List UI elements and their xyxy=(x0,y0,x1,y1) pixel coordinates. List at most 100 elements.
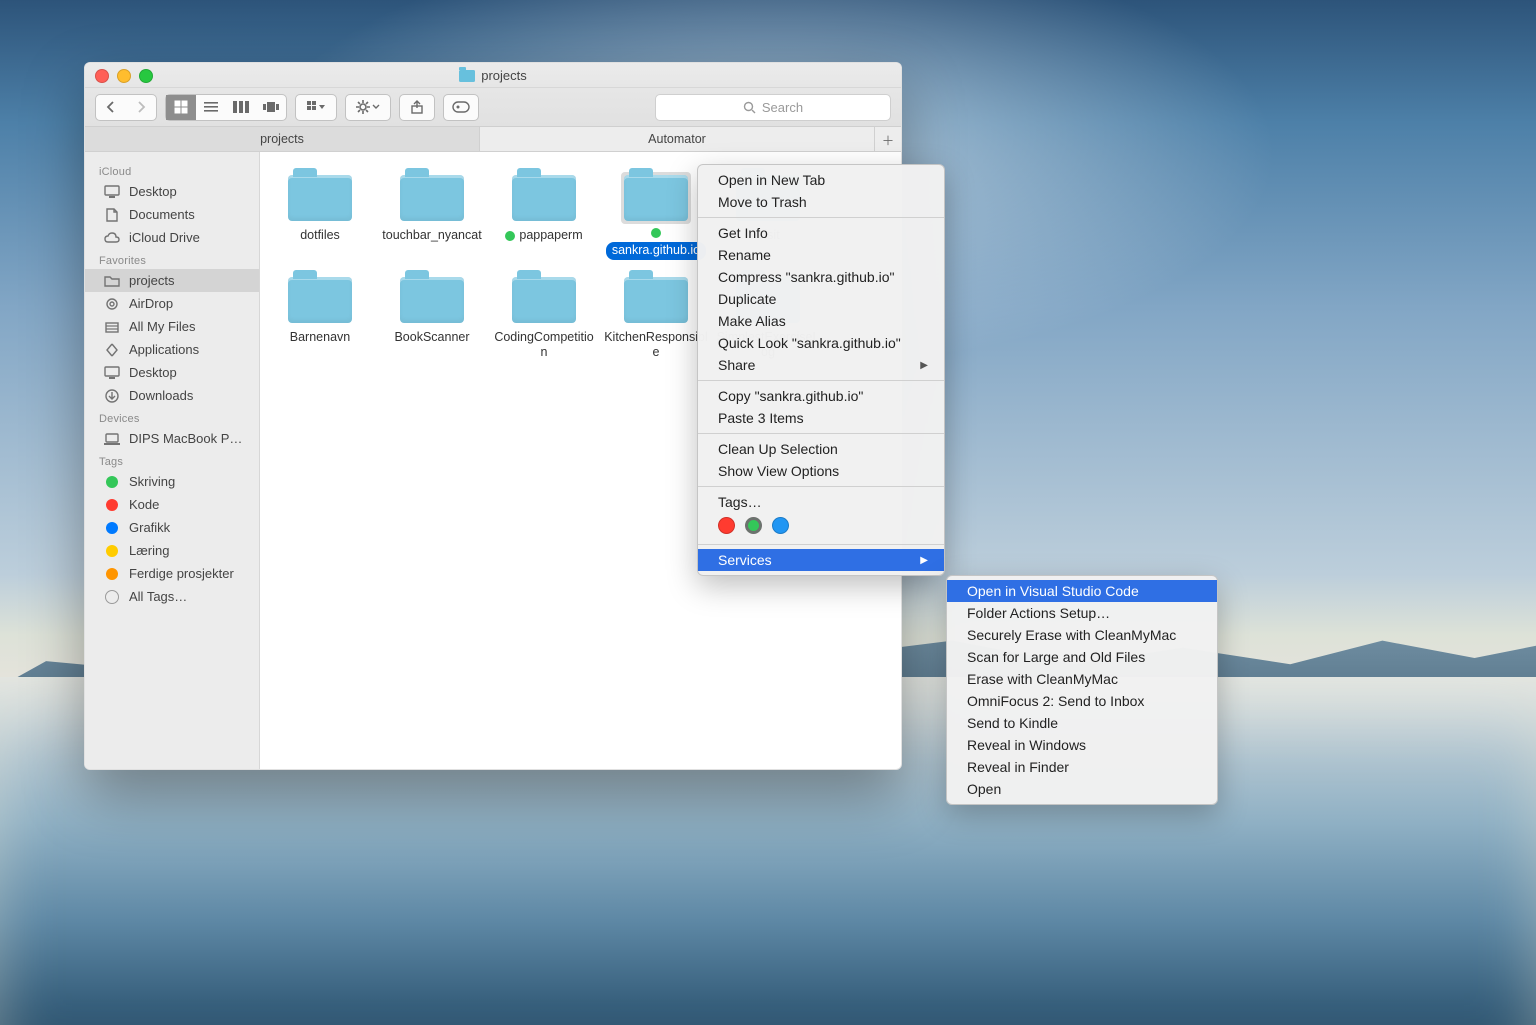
menu-item-label: Tags… xyxy=(718,494,762,510)
tag-color-button[interactable] xyxy=(745,517,762,534)
file-label: KitchenResponsible xyxy=(604,330,708,361)
window-zoom-button[interactable] xyxy=(139,69,153,83)
menu-item-label: Scan for Large and Old Files xyxy=(967,649,1145,665)
sidebar-item-downloads[interactable]: Downloads xyxy=(85,384,259,407)
file-item[interactable]: touchbar_nyancat xyxy=(376,164,488,266)
sidebar-item-documents[interactable]: Documents xyxy=(85,203,259,226)
icloud-icon xyxy=(103,230,121,246)
services-submenu: Open in Visual Studio CodeFolder Actions… xyxy=(946,575,1218,805)
menu-item-folder-actions-setup[interactable]: Folder Actions Setup… xyxy=(947,602,1217,624)
tags-button[interactable] xyxy=(443,94,479,121)
menu-item-open-in-visual-studio-code[interactable]: Open in Visual Studio Code xyxy=(947,580,1217,602)
arrange-segment xyxy=(295,94,337,121)
file-item[interactable]: Barnenavn xyxy=(264,266,376,367)
menu-item-paste-3-items[interactable]: Paste 3 Items xyxy=(698,407,944,429)
folder-icon xyxy=(400,175,464,221)
sidebar-item-all-my-files[interactable]: All My Files xyxy=(85,315,259,338)
sidebar-item-desktop[interactable]: Desktop xyxy=(85,180,259,203)
menu-item-copy-sankra-github-io[interactable]: Copy "sankra.github.io" xyxy=(698,385,944,407)
forward-button[interactable] xyxy=(126,95,156,120)
folder-icon xyxy=(459,70,475,82)
finder-toolbar: Search xyxy=(85,88,901,127)
folder-icon xyxy=(288,277,352,323)
sidebar-item-l-ring[interactable]: Læring xyxy=(85,539,259,562)
menu-item-label: Copy "sankra.github.io" xyxy=(718,388,863,404)
menu-item-quick-look-sankra-github-io[interactable]: Quick Look "sankra.github.io" xyxy=(698,332,944,354)
sidebar-item-skriving[interactable]: Skriving xyxy=(85,470,259,493)
menu-item-compress-sankra-github-io[interactable]: Compress "sankra.github.io" xyxy=(698,266,944,288)
window-titlebar[interactable]: projects xyxy=(85,63,901,88)
menu-item-erase-with-cleanmymac[interactable]: Erase with CleanMyMac xyxy=(947,668,1217,690)
sidebar-item-kode[interactable]: Kode xyxy=(85,493,259,516)
share-button[interactable] xyxy=(399,94,435,121)
new-tab-button[interactable]: ＋ xyxy=(875,127,901,151)
menu-item-label: Services xyxy=(718,552,772,568)
menu-item-clean-up-selection[interactable]: Clean Up Selection xyxy=(698,438,944,460)
traffic-lights xyxy=(95,69,153,83)
sidebar-item-grafikk[interactable]: Grafikk xyxy=(85,516,259,539)
menu-item-scan-for-large-and-old-files[interactable]: Scan for Large and Old Files xyxy=(947,646,1217,668)
search-field[interactable]: Search xyxy=(655,94,891,121)
menu-item-services[interactable]: Services ▶ xyxy=(698,549,944,571)
tag-color-button[interactable] xyxy=(772,517,789,534)
menu-item-share[interactable]: Share▶ xyxy=(698,354,944,376)
menu-item-open-in-new-tab[interactable]: Open in New Tab xyxy=(698,169,944,191)
file-item[interactable]: dotfiles xyxy=(264,164,376,266)
menu-item-omnifocus-2-send-to-inbox[interactable]: OmniFocus 2: Send to Inbox xyxy=(947,690,1217,712)
menu-item-label: Make Alias xyxy=(718,313,786,329)
file-icon-wrap xyxy=(397,172,467,224)
menu-item-duplicate[interactable]: Duplicate xyxy=(698,288,944,310)
menu-item-reveal-in-finder[interactable]: Reveal in Finder xyxy=(947,756,1217,778)
menu-item-open[interactable]: Open xyxy=(947,778,1217,800)
file-item[interactable]: pappaperm xyxy=(488,164,600,266)
sidebar-item-label: iCloud Drive xyxy=(129,230,200,245)
menu-item-move-to-trash[interactable]: Move to Trash xyxy=(698,191,944,213)
chevron-left-icon xyxy=(106,101,116,113)
menu-item-label: Clean Up Selection xyxy=(718,441,838,457)
view-columns-button[interactable] xyxy=(226,95,256,120)
sidebar-item-airdrop[interactable]: AirDrop xyxy=(85,292,259,315)
tag-color-button[interactable] xyxy=(718,517,735,534)
file-item[interactable]: KitchenResponsible xyxy=(600,266,712,367)
sidebar-item-label: projects xyxy=(129,273,175,288)
menu-item-get-info[interactable]: Get Info xyxy=(698,222,944,244)
tag-dot-icon xyxy=(103,497,121,513)
folder-icon xyxy=(400,277,464,323)
view-coverflow-button[interactable] xyxy=(256,95,286,120)
tag-dot-icon xyxy=(103,474,121,490)
window-close-button[interactable] xyxy=(95,69,109,83)
sidebar-item-projects[interactable]: projects xyxy=(85,269,259,292)
back-button[interactable] xyxy=(96,95,126,120)
menu-item-reveal-in-windows[interactable]: Reveal in Windows xyxy=(947,734,1217,756)
sidebar-item-dips-macbook-p-[interactable]: DIPS MacBook P… xyxy=(85,427,259,450)
chevron-right-icon: ▶ xyxy=(920,555,928,566)
sidebar-item-applications[interactable]: Applications xyxy=(85,338,259,361)
sidebar-item-icloud-drive[interactable]: iCloud Drive xyxy=(85,226,259,249)
sidebar-item-desktop[interactable]: Desktop xyxy=(85,361,259,384)
file-item[interactable]: sankra.github.io xyxy=(600,164,712,266)
menu-item-send-to-kindle[interactable]: Send to Kindle xyxy=(947,712,1217,734)
file-item[interactable]: BookScanner xyxy=(376,266,488,367)
menu-item-show-view-options[interactable]: Show View Options xyxy=(698,460,944,482)
menu-item-tags[interactable]: Tags… xyxy=(698,491,944,513)
chevron-right-icon xyxy=(136,101,146,113)
tag-dot-icon xyxy=(103,543,121,559)
arrange-button[interactable] xyxy=(296,95,336,120)
tab-projects[interactable]: projects xyxy=(85,127,480,151)
menu-item-label: Share xyxy=(718,357,755,373)
laptop-icon xyxy=(103,431,121,447)
tab-label: Automator xyxy=(648,132,706,146)
sidebar-item-ferdige-prosjekter[interactable]: Ferdige prosjekter xyxy=(85,562,259,585)
tab-automator[interactable]: Automator xyxy=(480,127,875,151)
view-list-button[interactable] xyxy=(196,95,226,120)
sidebar-item-all-tags-[interactable]: All Tags… xyxy=(85,585,259,608)
chevron-down-icon xyxy=(372,104,380,110)
action-button[interactable] xyxy=(345,94,391,121)
tag-icon xyxy=(452,101,470,113)
window-minimize-button[interactable] xyxy=(117,69,131,83)
view-icons-button[interactable] xyxy=(166,95,196,120)
file-item[interactable]: CodingCompetition xyxy=(488,266,600,367)
menu-item-securely-erase-with-cleanmymac[interactable]: Securely Erase with CleanMyMac xyxy=(947,624,1217,646)
menu-item-rename[interactable]: Rename xyxy=(698,244,944,266)
menu-item-make-alias[interactable]: Make Alias xyxy=(698,310,944,332)
